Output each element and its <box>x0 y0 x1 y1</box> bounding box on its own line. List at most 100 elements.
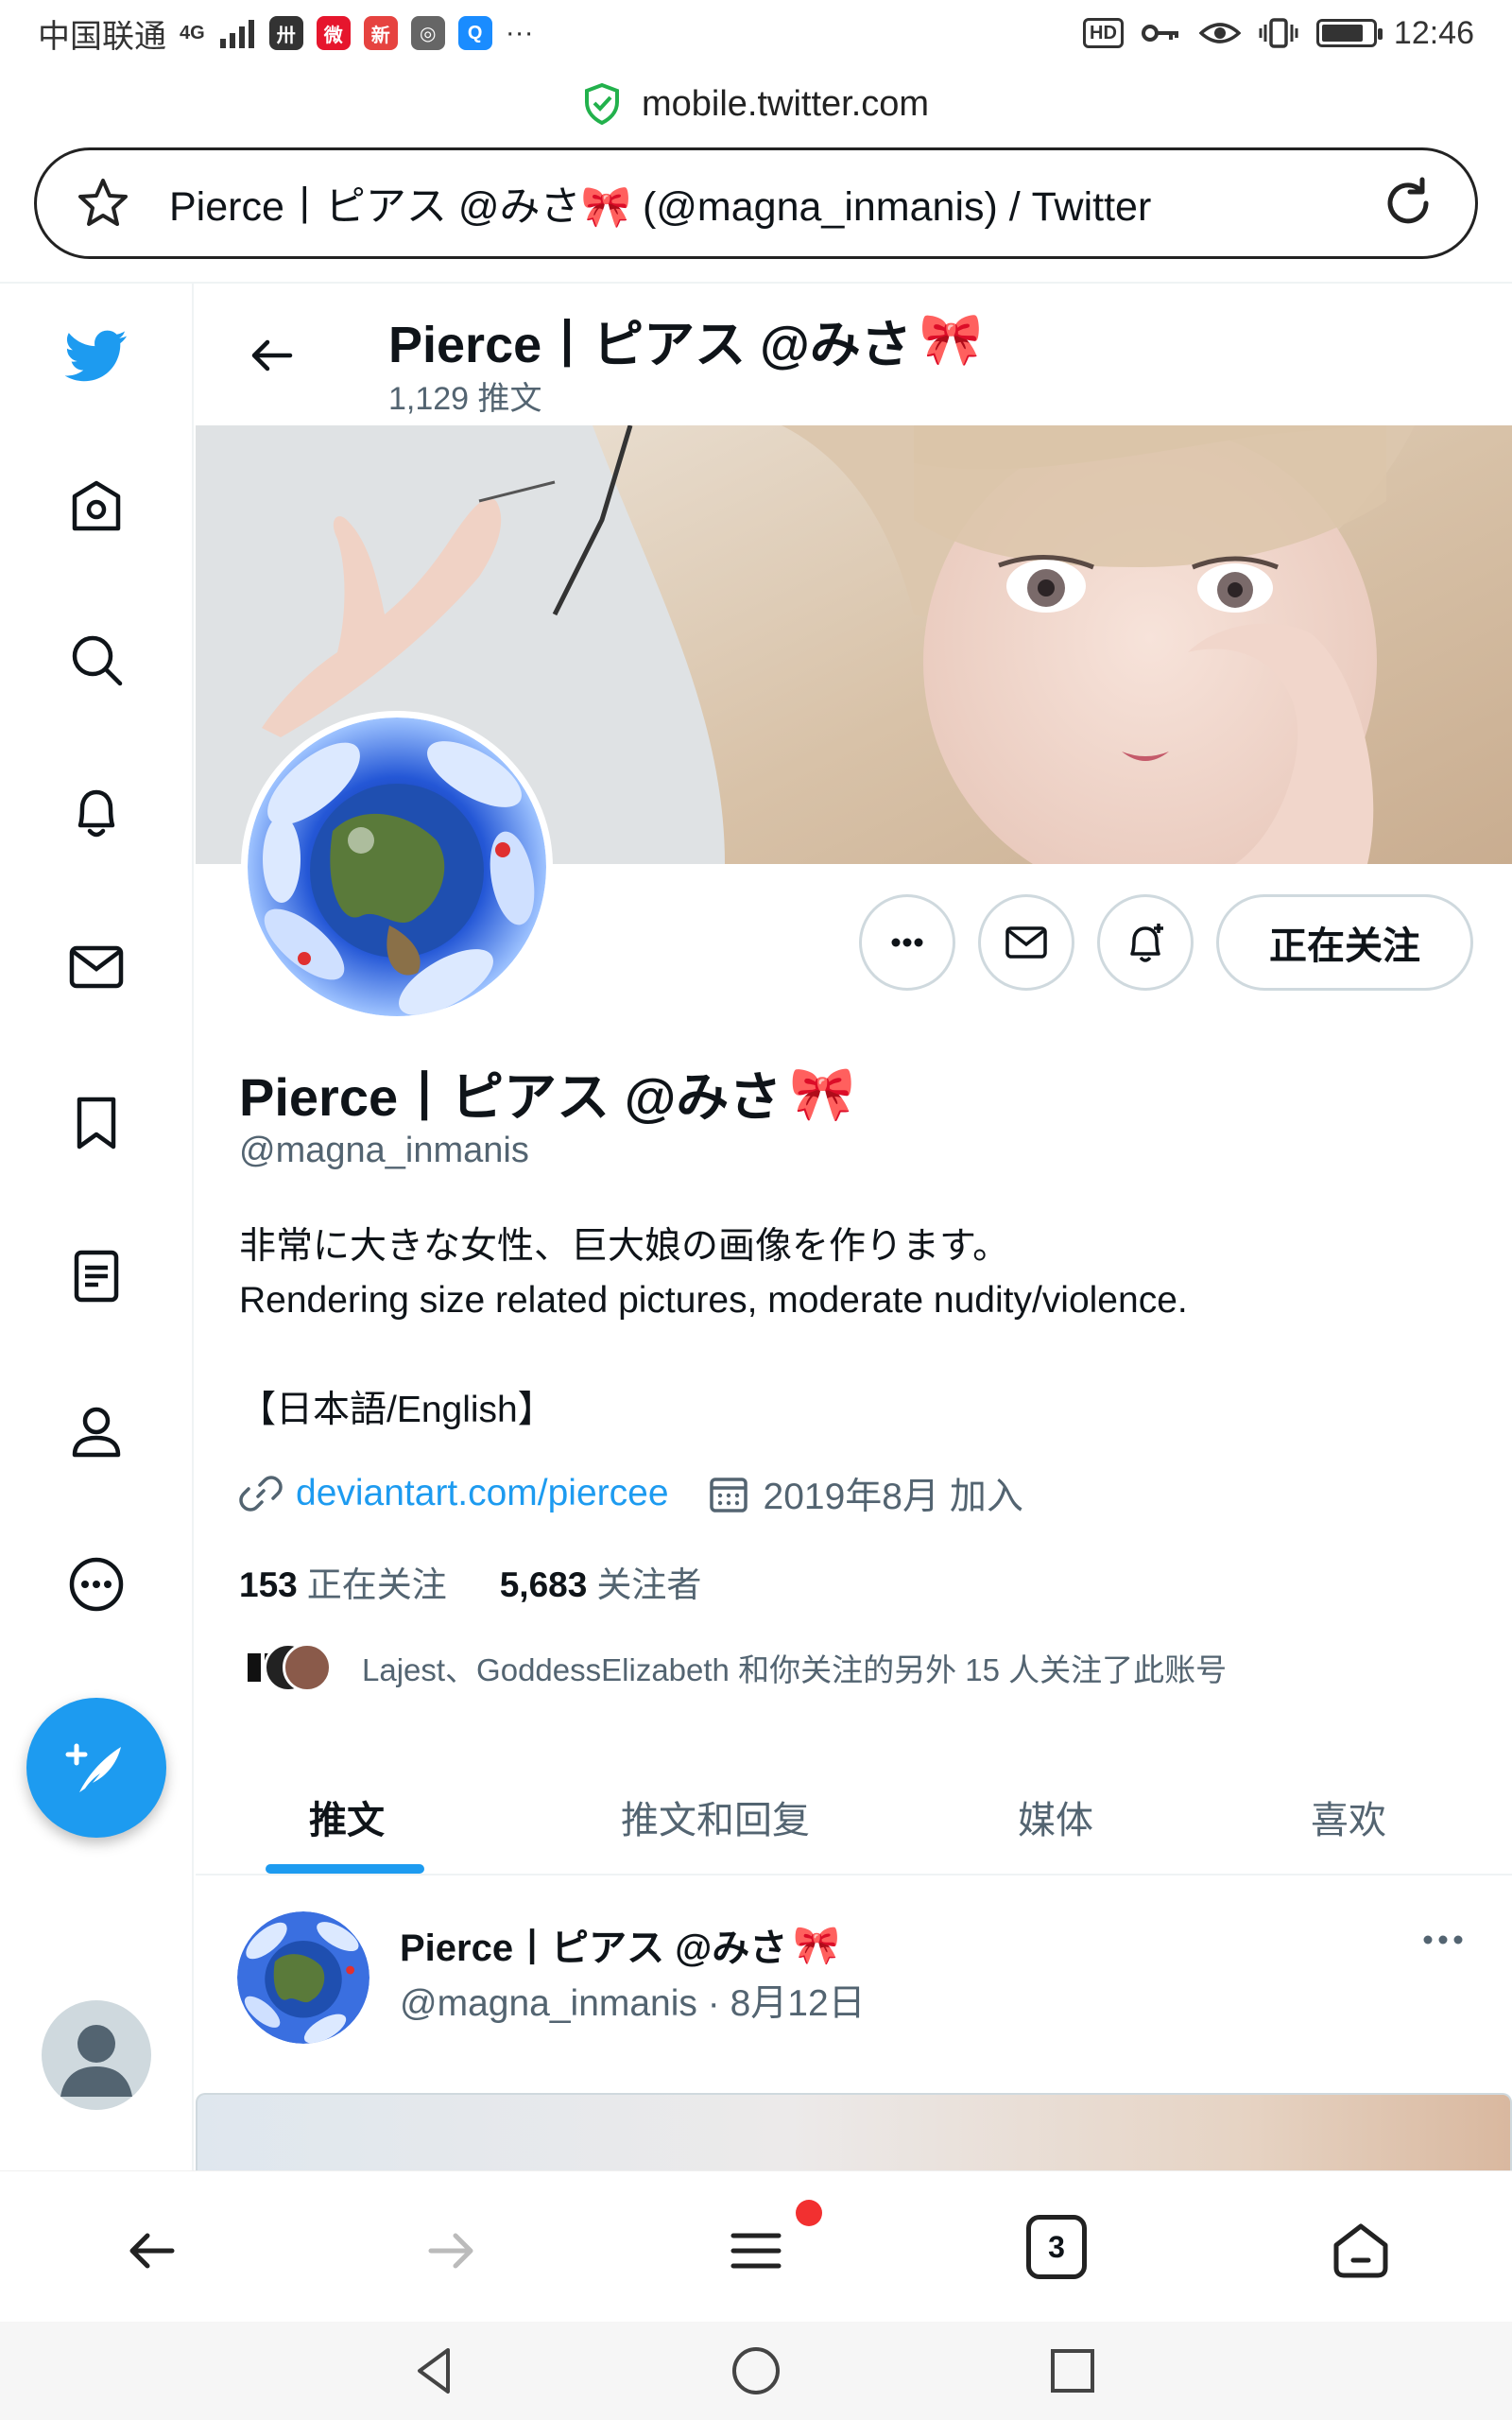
browser-home-button[interactable] <box>1323 2213 1399 2289</box>
back-arrow-icon[interactable] <box>243 327 300 384</box>
link-icon <box>239 1476 283 1512</box>
tab-likes[interactable]: 喜欢 <box>1235 1758 1462 1876</box>
network-label: 4G <box>180 22 205 43</box>
messages-mail-icon[interactable] <box>59 928 134 1004</box>
left-nav <box>0 284 194 2170</box>
profile-tabs: 推文 推文和回复 媒体 喜欢 <box>196 1758 1512 1876</box>
profile-name-text: Pierce丨ピアス @みさ <box>239 1067 782 1127</box>
tabs-count-button[interactable]: 3 <box>1026 2215 1087 2279</box>
active-tab-indicator <box>266 1864 424 1874</box>
system-nav-bar <box>0 2322 1512 2420</box>
wechat-icon: ◎ <box>410 16 445 50</box>
followers-label: 关注者 <box>596 1565 702 1604</box>
secure-shield-icon <box>584 83 619 125</box>
followed-by-row[interactable]: Lajest、GoddessElizabeth 和你关注的另外 15 人关注了此… <box>239 1639 1227 1696</box>
following-button[interactable]: 正在关注 <box>1216 894 1473 991</box>
forward-arrow-icon <box>428 2233 473 2269</box>
clock: 12:46 <box>1393 14 1474 51</box>
bell-plus-icon <box>1130 924 1163 962</box>
system-back-icon[interactable] <box>406 2342 463 2399</box>
system-recents-icon[interactable] <box>1044 2342 1101 2399</box>
calendar-icon <box>709 1478 747 1512</box>
lists-icon[interactable] <box>59 1238 134 1314</box>
tab-media[interactable]: 媒体 <box>942 1758 1169 1876</box>
signal-icon <box>219 20 254 48</box>
bow-emoji-icon: 🎀 <box>919 311 984 368</box>
bow-emoji-icon: 🎀 <box>789 1063 856 1123</box>
page-title: Pierce丨ピアス @みさ🎀 (@magna_inmanis) / Twitt… <box>169 184 1152 230</box>
following-count: 153 <box>239 1565 298 1604</box>
back-arrow-icon <box>129 2233 175 2269</box>
tweet-handle-date: @magna_inmanis · 8月12日 <box>400 1983 866 2024</box>
bio-line: Rendering size related pictures, moderat… <box>239 1280 1188 1321</box>
status-bar: 中国联通 4G 卅 微 新 ◎ Q ··· HD 12:46 <box>0 0 1512 66</box>
notifications-bell-icon[interactable] <box>59 775 134 851</box>
tweet-media-image[interactable] <box>196 2093 1512 2170</box>
vibrate-icon <box>1259 18 1298 48</box>
message-button[interactable] <box>978 894 1074 991</box>
browser-back-button[interactable] <box>113 2213 189 2289</box>
bio-line: 非常に大きな女性、巨大娘の画像を作ります。 <box>239 1226 1010 1267</box>
profile-actions: 正在关注 <box>196 894 1512 993</box>
following-stat[interactable]: 153 正在关注 <box>239 1556 447 1607</box>
app-icon: 卅 <box>268 16 303 50</box>
more-notifications-icon: ··· <box>505 17 534 48</box>
browser-toolbar: 3 <box>0 2170 1512 2322</box>
profile-main: Pierce丨ピアス @みさ 🎀 1,129 推文 正在关注 Pierce丨ピア… <box>196 284 1512 2170</box>
tweet-author-name[interactable]: Pierce丨ピアス @みさ 🎀 <box>400 1917 840 1972</box>
menu-icon <box>730 2233 782 2269</box>
notification-dot <box>796 2200 822 2226</box>
header-name-text: Pierce丨ピアス @みさ <box>388 317 912 373</box>
followers-stat[interactable]: 5,683 关注者 <box>500 1556 702 1607</box>
header-display-name: Pierce丨ピアス @みさ 🎀 <box>388 302 983 377</box>
followed-by-text: Lajest、GoddessElizabeth 和你关注的另外 15 人关注了此… <box>362 1652 1228 1687</box>
reload-icon[interactable] <box>1379 174 1437 233</box>
hd-icon: HD <box>1083 18 1124 48</box>
url-line[interactable]: mobile.twitter.com <box>0 76 1512 132</box>
profile-bio: 非常に大きな女性、巨大娘の画像を作ります。 Rendering size rel… <box>239 1219 1486 1327</box>
tab-tweets-replies[interactable]: 推文和回复 <box>555 1758 876 1876</box>
tweet-more-icon[interactable] <box>1415 1921 1471 1959</box>
eye-icon <box>1198 23 1241 43</box>
browser-forward-button[interactable] <box>414 2213 490 2289</box>
profile-display-name: Pierce丨ピアス @みさ 🎀 <box>239 1055 855 1132</box>
search-app-icon: Q <box>457 16 492 50</box>
home-icon <box>1333 2223 1388 2278</box>
profile-handle: @magna_inmanis <box>239 1131 529 1170</box>
weibo-icon: 微 <box>316 16 351 50</box>
system-home-icon[interactable] <box>728 2342 784 2399</box>
carrier-label: 中国联通 <box>38 18 166 55</box>
followers-count: 5,683 <box>499 1565 588 1604</box>
home-icon[interactable] <box>59 469 134 544</box>
follower-avatars <box>239 1639 334 1696</box>
bookmark-star-icon[interactable] <box>75 175 131 232</box>
bow-emoji-icon: 🎀 <box>793 1924 841 1966</box>
tweet-avatar[interactable] <box>237 1911 369 2044</box>
explore-search-icon[interactable] <box>59 622 134 698</box>
compose-feather-icon <box>65 1743 121 1792</box>
compose-tweet-button[interactable] <box>26 1698 166 1838</box>
browser-menu-button[interactable] <box>718 2213 794 2289</box>
news-icon: 新 <box>363 16 398 50</box>
ellipsis-icon <box>891 938 923 947</box>
join-date: 2019年8月 加入 <box>763 1477 1023 1517</box>
twitter-logo-icon[interactable] <box>59 318 134 393</box>
profile-person-icon[interactable] <box>59 1393 134 1469</box>
tweet[interactable]: Pierce丨ピアス @みさ 🎀 @magna_inmanis · 8月12日 <box>196 1877 1512 2080</box>
more-actions-button[interactable] <box>859 894 955 991</box>
profile-header: Pierce丨ピアス @みさ 🎀 1,129 推文 <box>196 284 1512 425</box>
notify-subscribe-button[interactable] <box>1097 894 1194 991</box>
following-label: 正在关注 <box>306 1565 447 1604</box>
tweet-count: 1,129 推文 <box>388 381 542 417</box>
tab-tweets[interactable]: 推文 <box>215 1758 479 1876</box>
account-avatar[interactable] <box>42 2000 151 2110</box>
domain-label: mobile.twitter.com <box>641 83 930 124</box>
battery-icon <box>1315 19 1383 47</box>
address-bar[interactable]: Pierce丨ピアス @みさ🎀 (@magna_inmanis) / Twitt… <box>34 147 1478 259</box>
website-link[interactable]: deviantart.com/piercee <box>296 1473 669 1514</box>
mini-avatar <box>283 1643 332 1692</box>
mail-icon <box>1005 926 1047 959</box>
more-options-icon[interactable] <box>59 1547 134 1622</box>
tweet-name-text: Pierce丨ピアス @みさ <box>400 1927 788 1969</box>
bookmarks-icon[interactable] <box>59 1085 134 1161</box>
